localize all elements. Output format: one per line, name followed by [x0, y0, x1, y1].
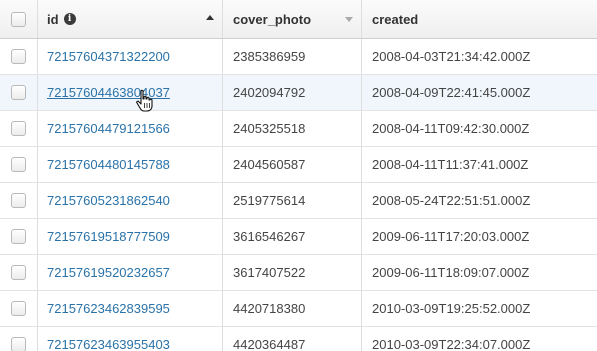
table-header: id i cover_photo created — [0, 0, 597, 39]
table-row[interactable]: 72157604371322200 2385386959 2008-04-03T… — [0, 39, 597, 75]
column-header-created-label: created — [372, 11, 419, 27]
select-all-checkbox[interactable] — [11, 11, 26, 27]
table-row[interactable]: 72157604479121566 2405325518 2008-04-11T… — [0, 111, 597, 147]
id-link[interactable]: 72157604480145788 — [47, 157, 170, 172]
id-link[interactable]: 72157604479121566 — [47, 121, 170, 136]
cover-photo-cell: 2405325518 — [223, 111, 362, 146]
cover-photo-cell: 4420364487 — [223, 327, 362, 351]
created-cell: 2008-04-03T21:34:42.000Z — [372, 49, 531, 64]
column-header-id-label: id — [47, 11, 59, 27]
row-checkbox[interactable] — [11, 85, 26, 100]
created-cell: 2009-06-11T18:09:07.000Z — [372, 265, 530, 280]
id-cell: 72157604480145788 — [38, 147, 223, 182]
row-checkbox[interactable] — [11, 229, 26, 244]
row-checkbox[interactable] — [11, 337, 26, 351]
row-select-cell — [0, 39, 38, 74]
id-link[interactable]: 72157619520232657 — [47, 265, 170, 280]
table-row[interactable]: 72157605231862540 2519775614 2008-05-24T… — [0, 183, 597, 219]
id-link[interactable]: 72157623462839595 — [47, 301, 170, 316]
table-row[interactable]: 72157604480145788 2404560587 2008-04-11T… — [0, 147, 597, 183]
created-cell: 2008-05-24T22:51:51.000Z — [372, 193, 531, 208]
table-row[interactable]: 72157619518777509 3616546267 2009-06-11T… — [0, 219, 597, 255]
cover-photo-cell: 3616546267 — [223, 219, 362, 254]
row-select-cell — [0, 183, 38, 218]
id-link[interactable]: 72157604371322200 — [47, 49, 170, 64]
row-select-cell — [0, 291, 38, 326]
created-cell: 2008-04-11T09:42:30.000Z — [372, 121, 530, 136]
sort-ascending-icon[interactable] — [206, 15, 214, 20]
id-link[interactable]: 72157623463955403 — [47, 337, 170, 351]
id-cell: 72157619520232657 — [38, 255, 223, 290]
id-cell: 72157623463955403 — [38, 327, 223, 351]
id-cell: 72157604463804037 — [38, 75, 223, 110]
id-cell: 72157623462839595 — [38, 291, 223, 326]
id-cell: 72157605231862540 — [38, 183, 223, 218]
column-header-cover-photo[interactable]: cover_photo — [223, 0, 362, 38]
row-select-cell — [0, 111, 38, 146]
row-checkbox[interactable] — [11, 121, 26, 136]
cover-photo-cell: 2402094792 — [223, 75, 362, 110]
row-checkbox[interactable] — [11, 193, 26, 208]
id-cell: 72157604371322200 — [38, 39, 223, 74]
row-select-cell — [0, 255, 38, 290]
cover-photo-cell: 2519775614 — [223, 183, 362, 218]
row-select-cell — [0, 219, 38, 254]
row-select-cell — [0, 147, 38, 182]
column-header-id[interactable]: id i — [38, 0, 223, 38]
id-cell: 72157604479121566 — [38, 111, 223, 146]
column-header-created[interactable]: created — [362, 0, 597, 38]
created-cell: 2010-03-09T19:25:52.000Z — [372, 301, 531, 316]
created-cell: 2009-06-11T17:20:03.000Z — [372, 229, 530, 244]
row-select-cell — [0, 327, 38, 351]
created-cell: 2008-04-09T22:41:45.000Z — [372, 85, 531, 100]
cover-photo-cell: 2404560587 — [223, 147, 362, 182]
table-row[interactable]: 72157619520232657 3617407522 2009-06-11T… — [0, 255, 597, 291]
info-icon[interactable]: i — [63, 13, 76, 25]
cover-photo-cell: 3617407522 — [223, 255, 362, 290]
id-cell: 72157619518777509 — [38, 219, 223, 254]
created-cell: 2008-04-11T11:37:41.000Z — [372, 157, 529, 172]
row-checkbox[interactable] — [11, 265, 26, 280]
row-checkbox[interactable] — [11, 49, 26, 64]
cover-photo-cell: 4420718380 — [223, 291, 362, 326]
cover-photo-cell: 2385386959 — [223, 39, 362, 74]
row-checkbox[interactable] — [11, 157, 26, 172]
id-link[interactable]: 72157619518777509 — [47, 229, 170, 244]
row-checkbox[interactable] — [11, 301, 26, 316]
data-grid: id i cover_photo created 721576043713222… — [0, 0, 597, 351]
header-select-cell — [0, 0, 38, 38]
table-row[interactable]: 72157604463804037 2402094792 2008-04-09T… — [0, 75, 597, 111]
row-select-cell — [0, 75, 38, 110]
id-link[interactable]: 72157604463804037 — [47, 85, 170, 100]
sort-icon[interactable] — [345, 17, 353, 22]
created-cell: 2010-03-09T22:34:07.000Z — [372, 337, 531, 351]
id-link[interactable]: 72157605231862540 — [47, 193, 170, 208]
column-header-cover-photo-label: cover_photo — [233, 11, 312, 27]
table-row[interactable]: 72157623462839595 4420718380 2010-03-09T… — [0, 291, 597, 327]
table-row[interactable]: 72157623463955403 4420364487 2010-03-09T… — [0, 327, 597, 351]
